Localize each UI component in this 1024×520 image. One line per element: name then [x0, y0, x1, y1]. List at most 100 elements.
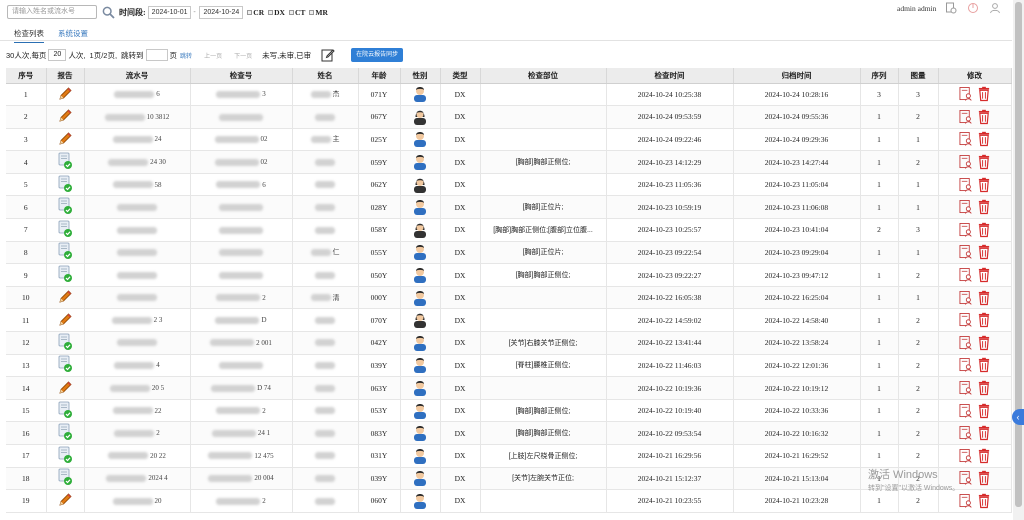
column-header[interactable]: 流水号 [84, 68, 191, 84]
report-done-icon[interactable] [56, 423, 74, 441]
view-patient-icon[interactable] [959, 357, 973, 373]
report-done-icon[interactable] [56, 401, 74, 419]
delete-icon[interactable] [977, 244, 991, 260]
view-patient-icon[interactable] [959, 177, 973, 193]
delete-icon[interactable] [977, 109, 991, 125]
report-done-icon[interactable] [56, 242, 74, 260]
pencil-icon[interactable] [56, 379, 74, 397]
view-patient-icon[interactable] [959, 109, 973, 125]
delete-icon[interactable] [977, 357, 991, 373]
column-header[interactable]: 性别 [400, 68, 441, 84]
report-done-icon[interactable] [56, 265, 74, 283]
table-row[interactable]: 2 10 3812 067Y DX 2024-10-24 09:53:59 2024-… [6, 105, 1012, 129]
column-header[interactable]: 年龄 [358, 68, 401, 84]
date-to-input[interactable]: 2024-10-24 [199, 5, 244, 19]
modality-ct-checkbox[interactable]: CT [288, 8, 305, 17]
table-row[interactable]: 6 028Y DX [胸部]正位片; 2024-10-23 10:59:19 2024-… [6, 195, 1012, 220]
edit-icon[interactable] [321, 48, 335, 62]
delete-icon[interactable] [977, 403, 991, 419]
prev-page-button[interactable]: 上一页 [204, 51, 222, 60]
view-patient-icon[interactable] [959, 199, 973, 215]
view-patient-icon[interactable] [959, 267, 973, 283]
column-header[interactable]: 检查时间 [606, 68, 734, 84]
view-patient-icon[interactable] [959, 131, 973, 147]
column-header[interactable]: 类型 [440, 68, 481, 84]
delete-icon[interactable] [977, 267, 991, 283]
delete-icon[interactable] [977, 86, 991, 102]
delete-icon[interactable] [977, 222, 991, 238]
delete-icon[interactable] [977, 448, 991, 464]
search-icon[interactable] [101, 5, 115, 19]
table-row[interactable]: 17 20 22 12 475 031Y DX [上肢]左尺桡骨正侧位; 2024-1… [6, 444, 1012, 468]
column-header[interactable]: 检查部位 [480, 68, 607, 84]
status-unreviewed[interactable]: 未审 [279, 50, 294, 61]
view-patient-icon[interactable] [959, 86, 973, 102]
pencil-icon[interactable] [56, 491, 74, 509]
per-page-input[interactable]: 20 [48, 49, 67, 61]
delete-icon[interactable] [977, 290, 991, 306]
vertical-scrollbar[interactable] [1013, 0, 1024, 520]
table-row[interactable]: 8 仁 055Y DX [胸部]正位片; 2024-10-23 09:22:54 2024… [6, 241, 1012, 265]
delete-icon[interactable] [977, 199, 991, 215]
column-header[interactable]: 图量 [898, 68, 939, 84]
table-row[interactable]: 15 22 2 053Y DX [胸部]胸部正侧位; 2024-10-22 10:19… [6, 399, 1012, 423]
delete-icon[interactable] [977, 493, 991, 509]
view-patient-icon[interactable] [959, 403, 973, 419]
column-header[interactable]: 报告 [46, 68, 85, 84]
column-header[interactable]: 归档时间 [733, 68, 861, 84]
delete-icon[interactable] [977, 131, 991, 147]
jump-page-input[interactable] [145, 49, 168, 61]
view-patient-icon[interactable] [959, 290, 973, 306]
delete-icon[interactable] [977, 335, 991, 351]
view-patient-icon[interactable] [959, 222, 973, 238]
column-header[interactable]: 序号 [6, 68, 47, 84]
table-row[interactable]: 18 2024 4 20 004 039Y DX [关节]左腕关节正位; 2024-1… [6, 467, 1012, 491]
report-done-icon[interactable] [56, 333, 74, 351]
status-reviewed[interactable]: 已审 [296, 50, 311, 61]
report-done-icon[interactable] [56, 446, 74, 464]
table-row[interactable]: 4 24 30 02 059Y DX [胸部]胸部正侧位; 2024-10-23 14… [6, 150, 1012, 174]
table-row[interactable]: 11 2 3 D 070Y DX 2024-10-22 14:59:02 2024-1… [6, 308, 1012, 333]
pencil-icon[interactable] [56, 130, 74, 148]
pencil-icon[interactable] [56, 288, 74, 306]
view-patient-icon[interactable] [959, 244, 973, 260]
report-done-icon[interactable] [56, 220, 74, 238]
column-header[interactable]: 检查号 [190, 68, 293, 84]
table-row[interactable]: 12 2 001 042Y DX [关节]右膝关节正侧位; 2024-10-22 13… [6, 331, 1012, 355]
view-patient-icon[interactable] [959, 470, 973, 486]
report-done-icon[interactable] [56, 468, 74, 486]
report-done-icon[interactable] [56, 175, 74, 193]
status-unwritten[interactable]: 未写 [262, 50, 277, 61]
jump-button[interactable]: 跳转 [180, 51, 192, 60]
delete-icon[interactable] [977, 177, 991, 193]
table-row[interactable]: 16 2 24 1 083Y DX [胸部]胸部正侧位; 2024-10-22 09:… [6, 421, 1012, 445]
settings-user-icon[interactable] [944, 1, 958, 15]
view-patient-icon[interactable] [959, 425, 973, 441]
collapse-side-panel-icon[interactable]: ‹ [1012, 409, 1024, 425]
pencil-icon[interactable] [56, 107, 74, 125]
cloud-sync-button[interactable]: 在院云报告同步 [351, 48, 404, 62]
modality-cr-checkbox[interactable]: CR [247, 8, 264, 17]
modality-dx-checkbox[interactable]: DX [268, 8, 285, 17]
table-row[interactable]: 7 058Y DX [胸部]胸部正侧位;[腹部]立位腹... 2024-10-23 1… [6, 218, 1012, 242]
table-row[interactable]: 13 4 039Y DX [脊柱]腰椎正侧位; 2024-10-22 11:46:03… [6, 354, 1012, 378]
table-row[interactable]: 19 20 2 060Y DX 2024-10-21 10:23:55 2024-10… [6, 489, 1012, 513]
pencil-icon[interactable] [56, 311, 74, 329]
delete-icon[interactable] [977, 154, 991, 170]
report-done-icon[interactable] [56, 355, 74, 373]
delete-icon[interactable] [977, 380, 991, 396]
scrollbar-thumb[interactable] [1015, 2, 1022, 507]
power-icon[interactable] [966, 1, 980, 15]
table-row[interactable]: 5 58 6 062Y DX 2024-10-23 11:05:36 2024-10-… [6, 173, 1012, 197]
column-header[interactable]: 姓名 [292, 68, 359, 84]
next-page-button[interactable]: 下一页 [234, 51, 252, 60]
search-input[interactable]: 请输入姓名或流水号 [7, 5, 97, 19]
delete-icon[interactable] [977, 425, 991, 441]
column-header[interactable]: 序列 [860, 68, 899, 84]
view-patient-icon[interactable] [959, 448, 973, 464]
view-patient-icon[interactable] [959, 154, 973, 170]
view-patient-icon[interactable] [959, 312, 973, 328]
table-row[interactable]: 1 6 3 杰 071Y DX 2024-10-24 10:25:38 2024-10-… [6, 83, 1012, 107]
delete-icon[interactable] [977, 312, 991, 328]
view-patient-icon[interactable] [959, 493, 973, 509]
